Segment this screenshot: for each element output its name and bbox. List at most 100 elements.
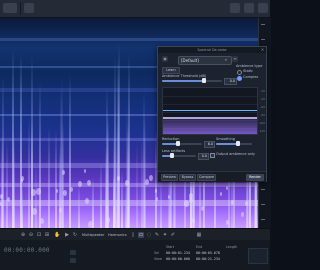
start-column-header: Start (166, 245, 175, 249)
slider-knob[interactable] (170, 153, 174, 158)
spectral-spot (145, 179, 149, 185)
spectral-spot (245, 201, 248, 206)
spectral-spot (40, 218, 44, 224)
chevron-down-icon: ▾ (225, 58, 227, 62)
window-button[interactable] (244, 3, 254, 13)
close-icon[interactable]: × (260, 47, 265, 52)
spectral-spot (189, 197, 193, 203)
zoom-out-icon[interactable]: ⊖ (28, 232, 34, 238)
playhead-time: 00:00:00.000 (4, 247, 50, 254)
brush-icon[interactable]: ✎ (154, 232, 160, 238)
quality-slider[interactable] (162, 153, 196, 158)
reduction-value[interactable]: 6.0 (204, 141, 215, 148)
transient-stripe (35, 164, 37, 228)
spectral-spot (241, 212, 244, 217)
transient-stripe (128, 53, 130, 228)
preview-button[interactable]: Preview (161, 174, 178, 181)
learn-button[interactable]: Learn (162, 67, 180, 74)
mode-icon[interactable] (70, 250, 76, 255)
spectral-spot (149, 175, 153, 181)
db-scale-label: -40 (260, 97, 265, 101)
transient-stripe (114, 56, 116, 228)
render-button[interactable]: Render (246, 174, 264, 181)
frequency-tick (261, 204, 265, 205)
zoom-selection-icon[interactable]: ⊞ (44, 232, 50, 238)
spectral-spot (7, 197, 10, 202)
loop-icon[interactable]: ↻ (72, 232, 78, 238)
transient-stripe (59, 144, 61, 228)
window-button[interactable] (230, 3, 240, 13)
zoom-fit-icon[interactable]: ⊡ (36, 232, 42, 238)
frequency-tick (261, 189, 265, 190)
smoothing-slider[interactable] (216, 141, 252, 146)
spectral-spot (0, 194, 3, 199)
slider-fill (216, 143, 238, 145)
smoothing-label: Smoothing (216, 137, 235, 141)
wand-icon[interactable]: ✦ (162, 232, 168, 238)
harmonics-label[interactable]: Harmonics (108, 232, 127, 238)
menu-icon[interactable]: ≡ (232, 56, 238, 62)
spectral-spot (226, 220, 229, 225)
static-radio[interactable] (237, 70, 242, 75)
slider-fill (162, 80, 204, 82)
view-start[interactable]: 00:00:00.000 (166, 257, 190, 261)
ambience-threshold-slider[interactable] (162, 78, 222, 83)
spectral-spot (226, 186, 228, 190)
window-button[interactable] (258, 3, 268, 13)
audio-editor-window: Spectral De-noise × ◉ [Default] ▾ ≡ Lear… (0, 0, 271, 270)
spectral-spot (125, 180, 129, 186)
db-scale-label: -100 (258, 121, 265, 125)
preset-dropdown[interactable]: [Default] ▾ (178, 56, 232, 65)
level-meter (248, 248, 268, 264)
menu-button[interactable] (3, 3, 17, 13)
lasso-icon[interactable]: ◌ (146, 232, 152, 238)
output-ambience-checkbox[interactable] (210, 153, 215, 158)
ambience-threshold-value[interactable]: 0.0 (224, 78, 237, 85)
frequency-tick (261, 219, 265, 220)
time-select-icon[interactable]: ▯ (130, 232, 136, 238)
slider-knob[interactable] (236, 141, 240, 146)
mode-icon[interactable] (70, 258, 76, 263)
slider-knob[interactable] (176, 141, 180, 146)
zoom-in-icon[interactable]: ⊕ (20, 232, 26, 238)
panel-title: Spectral De-noise (197, 48, 227, 52)
bypass-button[interactable]: Bypass (179, 174, 196, 181)
transient-stripe (61, 77, 63, 228)
ambience-threshold-label: Ambience Threshold (dB) (162, 74, 207, 78)
static-label: Static (243, 69, 254, 73)
complex-radio[interactable] (237, 76, 242, 81)
spectral-spot (220, 192, 222, 196)
threshold-curve[interactable] (163, 110, 257, 111)
hand-icon[interactable]: ✋ (54, 232, 60, 238)
sel-end[interactable]: 00:00:05.678 (196, 251, 220, 255)
toolbar-button[interactable] (24, 3, 34, 13)
transient-stripe (118, 43, 120, 228)
db-scale: -20 -40 -60 -80 -100 -120 (257, 87, 265, 133)
db-scale-label: -20 (260, 89, 265, 93)
noise-profile-graph[interactable] (162, 87, 258, 135)
freq-select-icon[interactable]: ▭ (138, 232, 144, 238)
sel-start[interactable]: 00:00:01.234 (166, 251, 190, 255)
multispeaker-label[interactable]: Multispeaker (82, 232, 104, 238)
spectral-spot (21, 179, 23, 183)
spectral-spot (78, 181, 82, 187)
sel-row-label: Sel (154, 251, 160, 255)
grid-icon[interactable]: ▦ (196, 232, 202, 238)
compare-button[interactable]: Compare (197, 174, 216, 181)
spectral-spot (192, 218, 195, 223)
end-column-header: End (196, 245, 203, 249)
quality-value[interactable]: 0.0 (198, 153, 209, 160)
spectral-spot (32, 208, 37, 215)
view-end[interactable]: 00:00:21.234 (196, 257, 220, 261)
reduction-slider[interactable] (162, 141, 202, 146)
transient-stripe (13, 133, 15, 228)
transient-stripe (2, 75, 4, 228)
pen-icon[interactable]: ✐ (170, 232, 176, 238)
spectral-spot (0, 202, 2, 206)
power-icon[interactable]: ◉ (162, 56, 168, 62)
play-icon[interactable]: ▶ (64, 232, 70, 238)
transient-stripe (31, 54, 33, 228)
panel-titlebar[interactable]: Spectral De-noise × (158, 47, 266, 53)
slider-knob[interactable] (202, 78, 206, 83)
spectral-spot (155, 189, 157, 193)
